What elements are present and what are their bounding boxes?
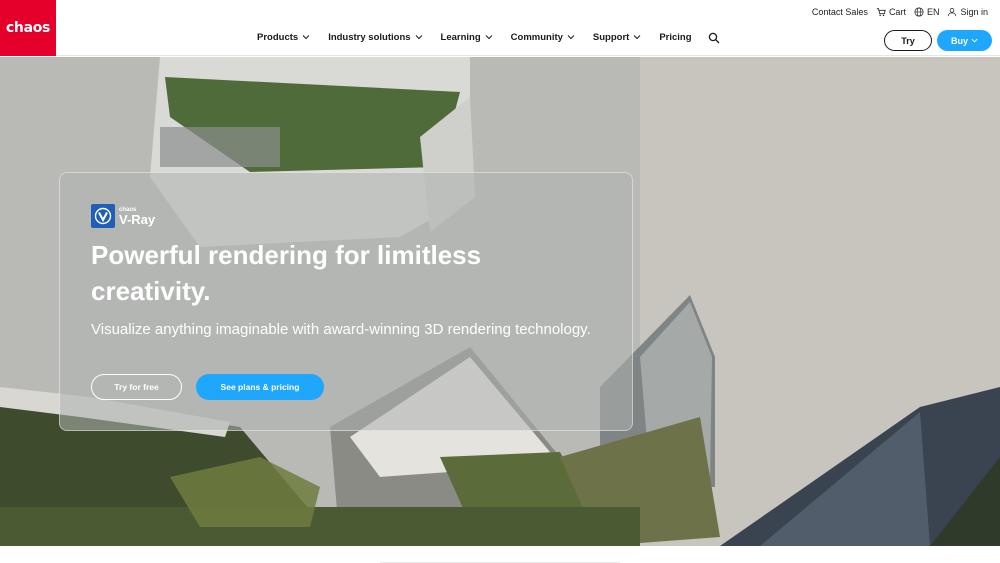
utility-bar: Contact Sales Cart EN Sign in <box>812 7 988 17</box>
hero-subline: Visualize anything imaginable with award… <box>91 321 591 338</box>
nav-products-label: Products <box>257 31 299 43</box>
cart-link[interactable]: Cart <box>876 7 906 17</box>
sign-in-label: Sign in <box>960 7 988 17</box>
nav-community-label: Community <box>510 31 563 43</box>
search-icon[interactable] <box>708 32 720 44</box>
site-header: chaos Contact Sales Cart EN Sign in Prod… <box>0 0 1000 56</box>
cart-icon <box>876 8 886 17</box>
nav-learning[interactable]: Learning <box>441 32 493 43</box>
nav-support-label: Support <box>592 31 630 43</box>
cart-label: Cart <box>888 7 906 17</box>
chaos-logo[interactable]: chaos <box>0 0 56 56</box>
buy-label: Buy <box>950 35 968 46</box>
try-for-free-button[interactable]: Try for free <box>91 374 182 400</box>
nav-industry-label: Industry solutions <box>328 31 411 43</box>
nav-industry-solutions[interactable]: Industry solutions <box>328 32 422 43</box>
hero-section: chaos V-Ray Powerful rendering for limit… <box>0 57 1000 546</box>
nav-learning-label: Learning <box>440 31 481 43</box>
main-nav: Products Industry solutions Learning Com… <box>257 30 720 44</box>
contact-sales-link[interactable]: Contact Sales <box>812 7 868 17</box>
chevron-down-icon <box>415 35 422 40</box>
vray-logo: chaos V-Ray <box>91 204 155 228</box>
user-icon <box>948 8 957 17</box>
chevron-down-icon <box>485 35 493 40</box>
contact-sales-label: Contact Sales <box>811 7 868 17</box>
globe-icon <box>914 7 924 17</box>
vray-badge <box>91 204 115 228</box>
chevron-down-icon <box>567 35 575 40</box>
hero-headline: Powerful rendering for limitless creativ… <box>91 240 482 306</box>
chevron-down-icon <box>971 38 978 43</box>
chevron-down-icon <box>633 35 641 40</box>
language-selector[interactable]: EN <box>914 7 940 17</box>
nav-support[interactable]: Support <box>593 32 641 43</box>
below-hero-strip <box>0 546 1000 563</box>
sign-in-link[interactable]: Sign in <box>947 7 988 17</box>
see-plans-button[interactable]: See plans & pricing <box>196 374 324 400</box>
vray-wordmark: chaos V-Ray <box>119 207 155 226</box>
nav-pricing[interactable]: Pricing <box>659 32 691 43</box>
nav-community[interactable]: Community <box>511 32 575 43</box>
try-button[interactable]: Try <box>884 30 932 51</box>
vray-icon <box>94 207 112 225</box>
chevron-down-icon <box>302 35 310 40</box>
buy-button[interactable]: Buy <box>937 30 992 51</box>
nav-pricing-label: Pricing <box>659 31 692 43</box>
logo-text: chaos <box>5 20 51 36</box>
vray-product-name: V-Ray <box>119 211 156 227</box>
hero-card: chaos V-Ray Powerful rendering for limit… <box>59 172 633 431</box>
nav-products[interactable]: Products <box>257 32 310 43</box>
language-label: EN <box>926 7 940 17</box>
